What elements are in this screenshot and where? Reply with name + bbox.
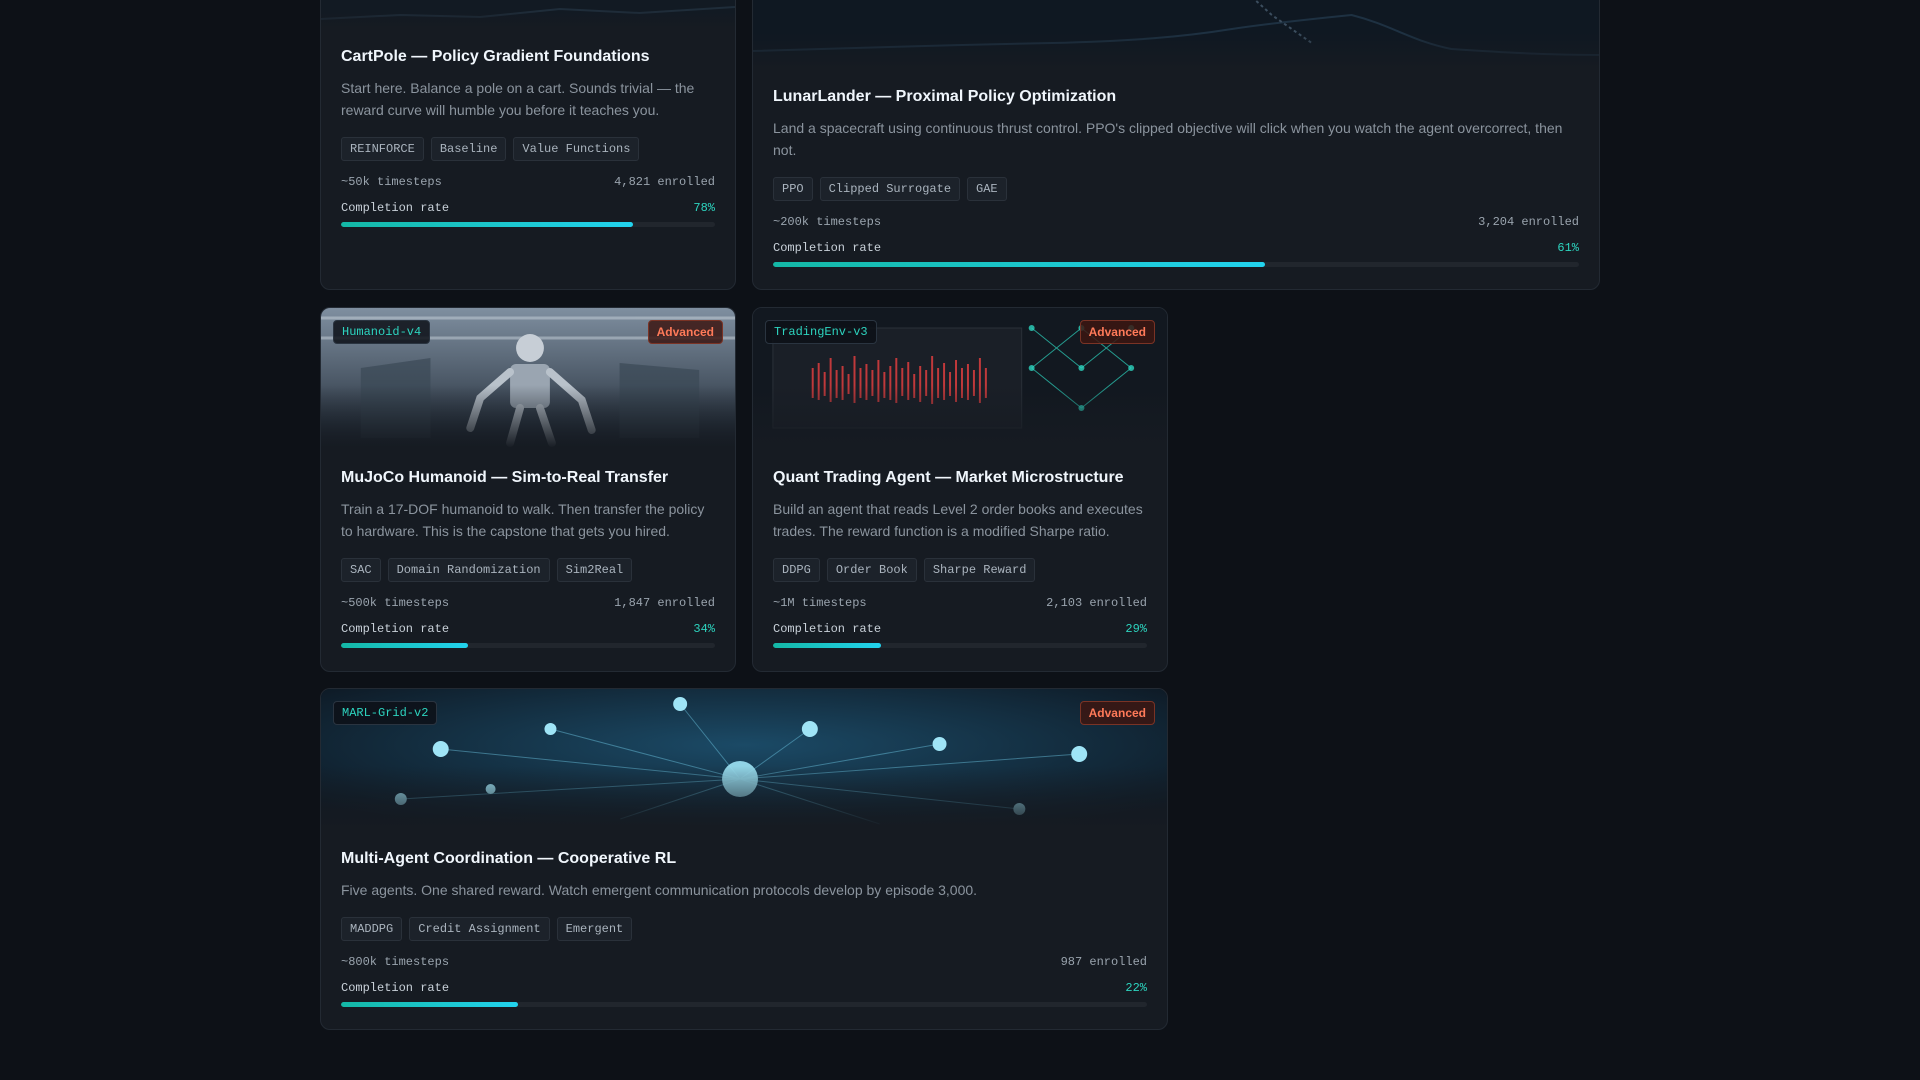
tag: PPO [773,177,813,201]
course-title: Multi-Agent Coordination — Cooperative R… [341,850,677,867]
course-meta: ~200k timesteps 3,204 enrolled [773,215,1579,229]
course-description: Build an agent that reads Level 2 order … [773,501,1143,539]
tag: Value Functions [513,137,640,161]
course-card-cartpole[interactable]: CartPole — Policy Gradient Foundations S… [320,0,736,290]
tag-list: MADDPG Credit Assignment Emergent [341,917,1147,941]
course-card-multi-agent[interactable]: MARL-Grid-v2 Advanced Multi-Agent Coordi… [320,688,1168,1030]
completion-bar [341,643,715,648]
course-card-lunarlander[interactable]: LunarLander — Proximal Policy Optimizati… [752,0,1600,290]
course-meta: ~1M timesteps 2,103 enrolled [773,596,1147,610]
completion-label: Completion rate [341,981,450,995]
completion-bar-fill [773,643,882,648]
completion-label: Completion rate [773,622,882,636]
timesteps: ~1M timesteps [773,596,867,610]
course-title: LunarLander — Proximal Policy Optimizati… [773,88,1117,105]
timesteps: ~500k timesteps [341,596,450,610]
completion-row: Completion rate 34% [341,622,715,636]
course-image-multi-agent: MARL-Grid-v2 Advanced [321,689,1167,829]
completion-row: Completion rate 61% [773,241,1579,255]
completion-bar-fill [341,222,633,227]
tag: Domain Randomization [387,558,550,582]
completion-bar [341,222,715,227]
environment-tag: TradingEnv-v3 [765,320,877,344]
enrolled-count: 4,821 enrolled [614,175,715,189]
environment-tag: MARL-Grid-v2 [333,701,438,725]
difficulty-badge: Advanced [1079,701,1155,725]
tag: DDPG [773,558,820,582]
completion-bar-fill [341,643,469,648]
completion-bar-fill [773,262,1265,267]
course-meta: ~800k timesteps 987 enrolled [341,955,1147,969]
completion-row: Completion rate 29% [773,622,1147,636]
completion-percent: 61% [1557,241,1579,255]
course-title: CartPole — Policy Gradient Foundations [341,48,650,65]
course-description: Start here. Balance a pole on a cart. So… [341,80,695,118]
tag: GAE [967,177,1007,201]
course-title: MuJoCo Humanoid — Sim-to-Real Transfer [341,469,669,486]
completion-percent: 29% [1125,622,1147,636]
course-card-humanoid[interactable]: Humanoid-v4 Advanced MuJoCo Humanoid — S… [320,307,736,672]
timesteps: ~200k timesteps [773,215,882,229]
course-card-trading[interactable]: TradingEnv-v3 Advanced Quant Trading Age… [752,307,1168,672]
tag: Credit Assignment [409,917,550,941]
tag: Order Book [826,558,917,582]
tag: SAC [341,558,381,582]
timesteps: ~800k timesteps [341,955,450,969]
course-description: Train a 17-DOF humanoid to walk. Then tr… [341,501,705,539]
course-title: Quant Trading Agent — Market Microstruct… [773,469,1124,486]
course-image-trading: TradingEnv-v3 Advanced [753,308,1167,448]
completion-percent: 78% [693,201,715,215]
tag: MADDPG [341,917,403,941]
tag: Sharpe Reward [923,558,1036,582]
completion-row: Completion rate 22% [341,981,1147,995]
difficulty-badge: Advanced [647,320,723,344]
timesteps: ~50k timesteps [341,175,442,189]
completion-row: Completion rate 78% [341,201,715,215]
course-description: Land a spacecraft using continuous thrus… [773,120,1563,158]
enrolled-count: 2,103 enrolled [1046,596,1147,610]
tag: Sim2Real [556,558,633,582]
tag-list: REINFORCE Baseline Value Functions [341,137,715,161]
completion-bar [341,1002,1147,1007]
course-image-cartpole [321,0,735,29]
enrolled-count: 987 enrolled [1060,955,1147,969]
tag: Clipped Surrogate [819,177,961,201]
enrolled-count: 1,847 enrolled [614,596,715,610]
completion-percent: 34% [693,622,715,636]
tag-list: PPO Clipped Surrogate GAE [773,177,1579,201]
completion-bar [773,262,1579,267]
tag: Baseline [430,137,507,161]
course-meta: ~50k timesteps 4,821 enrolled [341,175,715,189]
tag-list: DDPG Order Book Sharpe Reward [773,558,1147,582]
course-image-lunarlander [753,0,1599,69]
course-meta: ~500k timesteps 1,847 enrolled [341,596,715,610]
tag: REINFORCE [341,137,424,161]
course-image-humanoid: Humanoid-v4 Advanced [321,308,735,448]
completion-bar [773,643,1147,648]
completion-percent: 22% [1125,981,1147,995]
completion-label: Completion rate [341,622,450,636]
enrolled-count: 3,204 enrolled [1478,215,1579,229]
completion-label: Completion rate [773,241,882,255]
difficulty-badge: Advanced [1079,320,1155,344]
environment-tag: Humanoid-v4 [333,320,431,344]
course-description: Five agents. One shared reward. Watch em… [341,882,978,898]
tag-list: SAC Domain Randomization Sim2Real [341,558,715,582]
completion-label: Completion rate [341,201,450,215]
completion-bar-fill [341,1002,519,1007]
tag: Emergent [556,917,633,941]
